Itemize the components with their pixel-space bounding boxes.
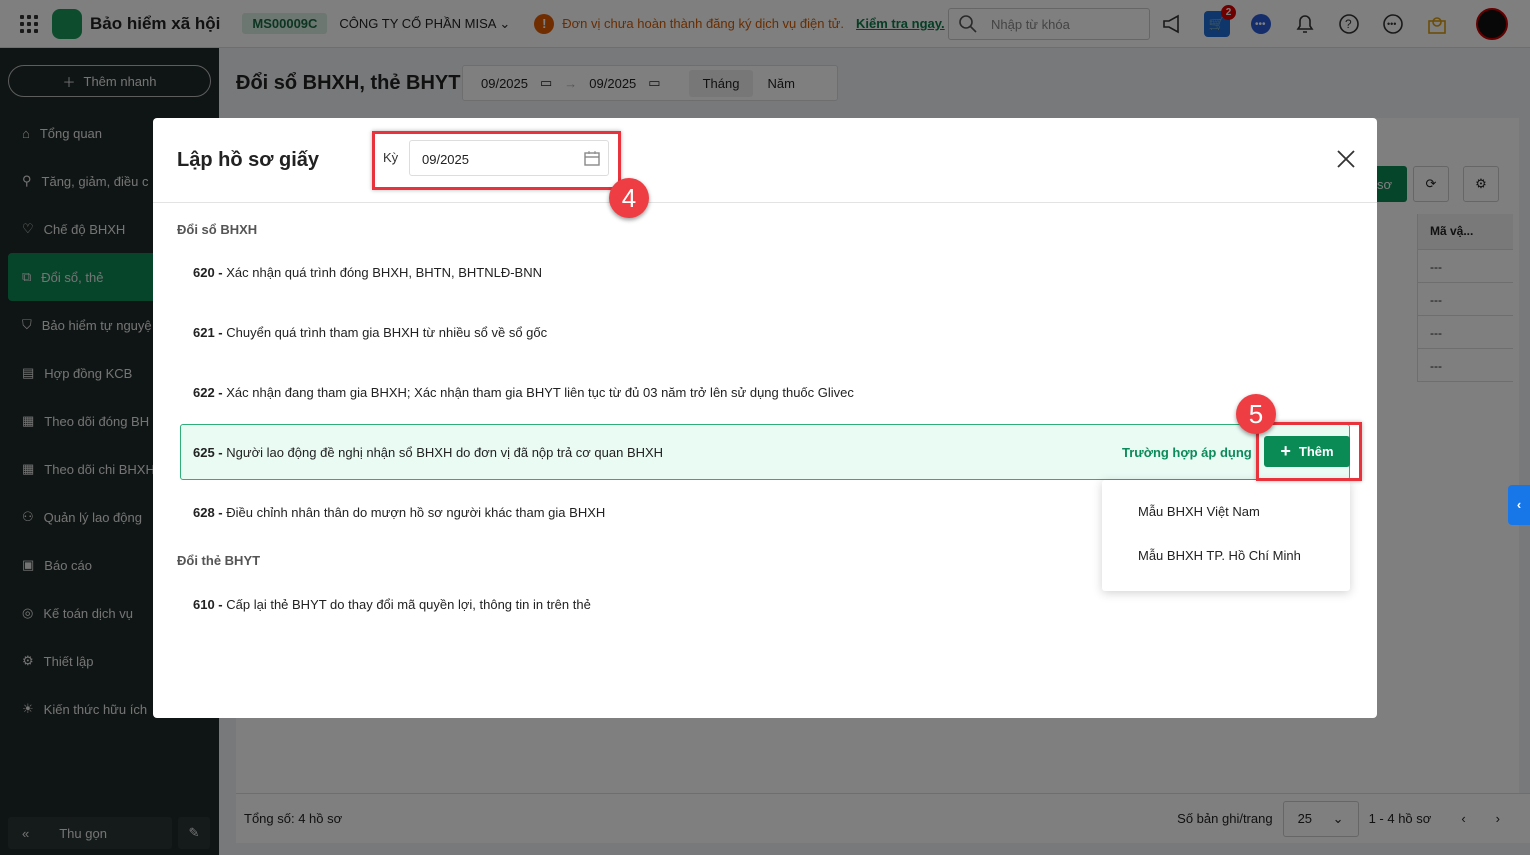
- section-heading: Đổi thẻ BHYT: [177, 553, 261, 568]
- list-item[interactable]: 621 - Chuyển quá trình tham gia BHXH từ …: [193, 325, 547, 340]
- template-dropdown: Mẫu BHXH Việt Nam Mẫu BHXH TP. Hồ Chí Mi…: [1102, 480, 1350, 591]
- step-marker: 4: [609, 178, 649, 218]
- dropdown-item[interactable]: Mẫu BHXH TP. Hồ Chí Minh: [1102, 548, 1350, 592]
- step-marker: 5: [1236, 394, 1276, 434]
- applicable-cases-link[interactable]: Trường hợp áp dụng: [1122, 445, 1252, 460]
- paper-record-modal: Lập hồ sơ giấy Kỳ 09/2025 Đổi sổ BHXH 62…: [153, 118, 1377, 718]
- modal-title: Lập hồ sơ giấy: [177, 149, 320, 171]
- section-heading: Đổi sổ BHXH: [177, 222, 258, 237]
- list-item[interactable]: 620 - Xác nhận quá trình đóng BHXH, BHTN…: [193, 265, 542, 280]
- list-item[interactable]: 610 - Cấp lại thẻ BHYT do thay đổi mã qu…: [193, 597, 591, 612]
- side-panel-toggle[interactable]: ‹: [1508, 485, 1530, 525]
- close-icon[interactable]: [1337, 150, 1355, 171]
- list-item[interactable]: 622 - Xác nhận đang tham gia BHXH; Xác n…: [193, 385, 854, 400]
- dropdown-item[interactable]: Mẫu BHXH Việt Nam: [1102, 504, 1350, 548]
- list-item[interactable]: 628 - Điều chỉnh nhân thân do mượn hồ sơ…: [193, 505, 605, 520]
- highlight-box: [1256, 422, 1362, 481]
- highlight-box: [372, 131, 621, 190]
- list-item[interactable]: 625 - Người lao động đề nghị nhận sổ BHX…: [193, 445, 663, 460]
